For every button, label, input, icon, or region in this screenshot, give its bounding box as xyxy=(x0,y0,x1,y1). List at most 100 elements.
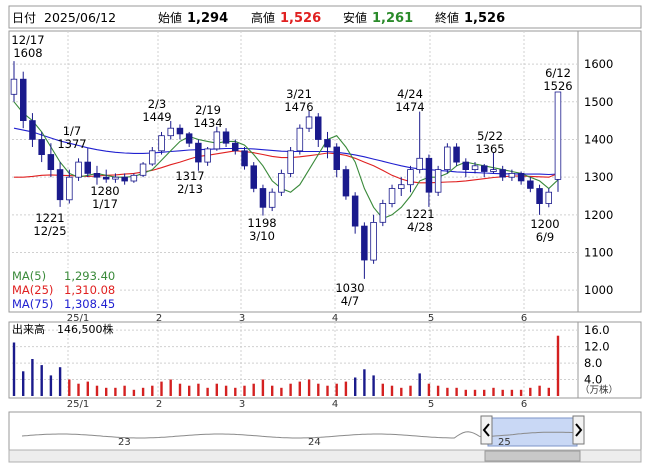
annotation-date: 4/24 xyxy=(397,87,423,101)
low-value: 1,261 xyxy=(372,11,413,26)
candle-body-up xyxy=(397,184,405,189)
candle xyxy=(139,162,147,178)
candle-body-up xyxy=(444,146,451,171)
candle-body-up xyxy=(75,161,82,178)
navigator-scrollbar-thumb[interactable] xyxy=(484,450,581,462)
volume-bar xyxy=(510,389,514,396)
volume-bar xyxy=(464,389,467,396)
candle xyxy=(268,188,276,212)
volume-bar xyxy=(436,385,440,396)
ma-legend: MA(5) 1,293.40 MA(25) 1,310.08 MA(75) 1,… xyxy=(11,268,119,311)
volume-bar xyxy=(280,387,283,396)
candle-body-up xyxy=(158,135,165,152)
candle-body-up xyxy=(287,150,294,174)
volume-bar xyxy=(40,365,43,396)
volume-value: 146,500株 xyxy=(57,322,114,336)
navigator-right-handle-box[interactable] xyxy=(572,415,585,445)
volume-bar xyxy=(197,383,200,396)
volume-bar xyxy=(132,389,136,396)
volume-bar xyxy=(547,387,550,396)
volume-bar xyxy=(354,377,357,396)
candle-body-up xyxy=(139,163,147,176)
candle-body-down xyxy=(453,146,460,163)
navigator-right-handle[interactable] xyxy=(572,415,585,445)
candle-body-down xyxy=(527,180,534,189)
date-label: 日付 xyxy=(12,11,36,25)
volume-bar xyxy=(307,379,311,396)
candle-body-down xyxy=(351,195,359,227)
x-tick-label-volume: 4 xyxy=(332,399,338,410)
navigator-label-2025: 25 xyxy=(498,437,511,448)
candle xyxy=(554,91,562,192)
volume-bar xyxy=(160,381,163,396)
candle-body-down xyxy=(93,172,101,178)
volume-bar xyxy=(501,389,504,396)
volume-bar xyxy=(95,385,99,396)
price-tick-label: 1400 xyxy=(584,132,613,146)
x-tick-label-volume: 3 xyxy=(239,399,245,410)
candle xyxy=(19,71,27,129)
candle-body-up xyxy=(508,172,516,178)
annotation-value: 1476 xyxy=(284,100,313,114)
date-value: 2025/06/12 xyxy=(44,10,116,25)
annotation-value: 1221 xyxy=(405,207,434,221)
candle-body-up xyxy=(305,116,313,129)
candle-body-down xyxy=(47,154,55,171)
high-value: 1,526 xyxy=(280,11,321,26)
low-label: 安値 xyxy=(343,10,367,25)
candle xyxy=(287,147,294,178)
annotation-value: 1221 xyxy=(35,211,64,225)
volume-bar xyxy=(538,385,541,396)
volume-bar xyxy=(335,383,338,396)
volume-tick-label: 16.0 xyxy=(584,323,610,337)
ma25-label: MA(25) xyxy=(12,283,53,297)
candle-body-up xyxy=(167,127,174,137)
volume-bar xyxy=(492,387,495,396)
volume-bar xyxy=(473,389,477,396)
volume-bar xyxy=(252,383,255,396)
navigator-left-handle[interactable] xyxy=(480,415,493,445)
volume-bar xyxy=(77,383,80,396)
volume-label: 出来高 xyxy=(12,322,45,336)
candle-body-up xyxy=(130,174,138,182)
ma75-label: MA(75) xyxy=(12,297,53,311)
navigator-left-handle-box[interactable] xyxy=(480,415,493,445)
price-tick-label: 1000 xyxy=(584,283,613,297)
volume-bar xyxy=(372,375,375,396)
price-tick-label: 1300 xyxy=(584,170,613,184)
price-tick-label: 1500 xyxy=(584,95,613,109)
volume-bar xyxy=(58,367,62,396)
volume-bar xyxy=(86,381,89,396)
candle-body-up xyxy=(490,169,497,172)
volume-bar xyxy=(68,379,71,396)
x-tick-label-volume: 2 xyxy=(156,399,162,410)
volume-bar xyxy=(418,373,421,396)
close-label: 終値 xyxy=(435,10,459,25)
candle-body-down xyxy=(84,161,92,174)
annotation-value: 1365 xyxy=(475,142,504,156)
candle-body-up xyxy=(10,78,18,95)
volume-bar xyxy=(31,359,34,396)
candle-body-down xyxy=(499,169,506,178)
volume-bar xyxy=(446,387,449,396)
annotation-value: 1449 xyxy=(142,110,171,124)
volume-bar xyxy=(427,383,431,396)
volume-bar xyxy=(215,383,218,396)
annotation-date: 6/9 xyxy=(536,230,555,244)
candle xyxy=(379,199,387,227)
candle-body-down xyxy=(29,120,36,140)
candle-body-up xyxy=(416,157,423,171)
candle-body-up xyxy=(554,91,562,180)
annotation-date: 3/21 xyxy=(286,87,312,101)
volume-bar xyxy=(363,369,366,396)
candle-body-down xyxy=(361,225,368,261)
annotation-value: 1377 xyxy=(57,137,86,151)
annotation-value: 1526 xyxy=(543,79,572,93)
open-label: 始値 xyxy=(158,10,182,25)
annotation-date: 12/17 xyxy=(11,33,44,47)
candle-body-up xyxy=(407,169,414,186)
annotation-value: 1200 xyxy=(530,217,559,231)
candle-body-down xyxy=(102,176,110,180)
volume-bar xyxy=(105,387,108,396)
volume-bar xyxy=(298,381,301,396)
